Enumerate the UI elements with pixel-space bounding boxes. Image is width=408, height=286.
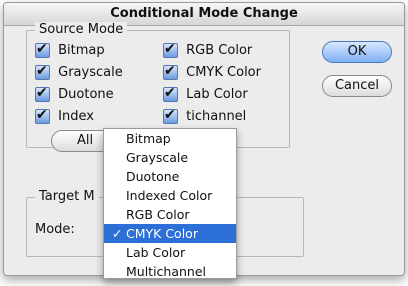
checkbox-label-indexed: Index xyxy=(58,109,94,124)
menu-item-label: RGB Color xyxy=(126,207,190,222)
target-mode-legend: Target M xyxy=(35,189,99,204)
checkbox-checked-icon xyxy=(163,107,178,124)
checkbox-duotone[interactable]: Duotone xyxy=(35,85,114,103)
menu-item-multichannel[interactable]: Multichannel xyxy=(104,262,236,281)
checkbox-label-cmyk: CMYK Color xyxy=(186,65,261,80)
menu-item-label: Bitmap xyxy=(126,131,171,146)
menu-item-lab-color[interactable]: Lab Color xyxy=(104,243,236,262)
menu-item-label: CMYK Color xyxy=(126,226,198,241)
checkbox-indexed-color[interactable]: Index xyxy=(35,107,94,125)
cancel-button[interactable]: Cancel xyxy=(322,75,392,97)
checkbox-label-rgb: RGB Color xyxy=(186,43,253,58)
checkbox-label-grayscale: Grayscale xyxy=(58,65,123,80)
menu-item-grayscale[interactable]: Grayscale xyxy=(104,148,236,167)
checkbox-label-duotone: Duotone xyxy=(58,87,114,102)
ok-button[interactable]: OK xyxy=(322,41,392,63)
mode-popup-menu[interactable]: Bitmap Grayscale Duotone Indexed Color R… xyxy=(103,128,237,279)
menu-item-rgb-color[interactable]: RGB Color xyxy=(104,205,236,224)
checkbox-label-multichannel: tichannel xyxy=(186,109,247,124)
checkbox-label-lab: Lab Color xyxy=(186,87,248,102)
checkbox-bitmap[interactable]: Bitmap xyxy=(35,41,105,59)
checkbox-lab-color[interactable]: Lab Color xyxy=(163,85,248,103)
mode-label: Mode: xyxy=(35,222,75,237)
checkbox-label-bitmap: Bitmap xyxy=(58,43,105,58)
menu-item-label: Lab Color xyxy=(126,245,186,260)
checkbox-checked-icon xyxy=(35,85,50,102)
checkbox-checked-icon xyxy=(35,107,50,124)
menu-item-duotone[interactable]: Duotone xyxy=(104,167,236,186)
checkmark-icon: ✓ xyxy=(112,226,123,241)
checkbox-cmyk-color[interactable]: CMYK Color xyxy=(163,63,261,81)
checkbox-checked-icon xyxy=(163,85,178,102)
menu-item-bitmap[interactable]: Bitmap xyxy=(104,129,236,148)
menu-item-label: Duotone xyxy=(126,169,180,184)
checkbox-rgb-color[interactable]: RGB Color xyxy=(163,41,253,59)
menu-item-label: Indexed Color xyxy=(126,188,213,203)
checkbox-multichannel[interactable]: tichannel xyxy=(163,107,247,125)
menu-item-indexed-color[interactable]: Indexed Color xyxy=(104,186,236,205)
checkbox-grayscale[interactable]: Grayscale xyxy=(35,63,123,81)
menu-item-label: Grayscale xyxy=(126,150,189,165)
source-mode-legend: Source Mode xyxy=(35,22,128,37)
menu-item-cmyk-color[interactable]: ✓ CMYK Color xyxy=(104,224,236,243)
checkbox-checked-icon xyxy=(163,63,178,80)
checkbox-checked-icon xyxy=(35,63,50,80)
checkbox-checked-icon xyxy=(35,41,50,58)
checkbox-checked-icon xyxy=(163,41,178,58)
menu-item-label: Multichannel xyxy=(126,264,207,279)
